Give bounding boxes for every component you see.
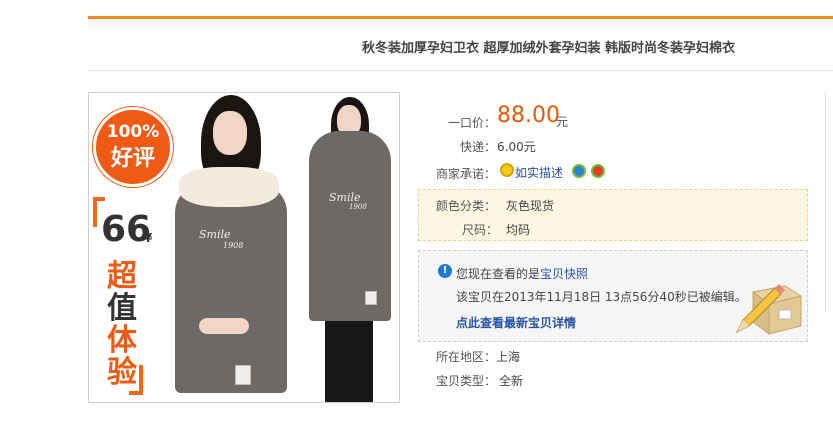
shipping-value: 6.00元	[497, 140, 536, 154]
box-pencil-icon	[735, 284, 803, 335]
view-latest-link[interactable]: 点此查看最新宝贝详情	[456, 314, 576, 331]
as-described-link[interactable]: 如实描述	[515, 164, 563, 181]
product-image[interactable]: 100% 好评 66 ¥ 超 值 体 验 Smile 1908 Smile 19…	[88, 92, 400, 403]
size-value[interactable]: 均码	[506, 221, 530, 238]
location-label: 所在地区：	[436, 350, 497, 364]
snapshot-prefix: 您现在查看的是	[456, 267, 541, 281]
print-text-1: Smile	[199, 228, 231, 241]
location-value: 上海	[496, 350, 521, 364]
model-front: Smile 1908	[169, 93, 289, 402]
price-unit: 元	[556, 115, 569, 129]
color-label: 颜色分类：	[436, 199, 497, 213]
return-service-icon[interactable]	[572, 164, 586, 178]
medal-icon	[500, 163, 514, 177]
badge-percent: 100%	[106, 122, 160, 142]
size-label: 尺码：	[462, 223, 499, 237]
info-icon: !	[438, 264, 452, 278]
right-panel-edge	[825, 92, 833, 312]
type-value: 全新	[499, 374, 524, 388]
promise-label: 商家承诺：	[436, 167, 497, 181]
seven-day-return-icon[interactable]	[591, 164, 605, 178]
color-value[interactable]: 灰色现货	[506, 197, 554, 214]
model-side: Smile 1908	[307, 93, 397, 402]
snapshot-link[interactable]: 宝贝快照	[540, 267, 588, 281]
promo-bracket-bottom	[129, 365, 143, 395]
product-title: 秋冬装加厚孕妇卫衣 超厚加绒外套孕妇装 韩版时尚冬装孕妇棉衣	[362, 41, 736, 56]
print-year-2: 1908	[349, 203, 367, 211]
price-label: 一口价：	[448, 116, 497, 130]
top-bar-shadow	[88, 19, 833, 33]
type-label: 宝贝类型：	[436, 374, 497, 388]
price-value: 88.00	[497, 103, 560, 128]
edited-text: 该宝贝在2013年11月18日 13点56分40秒已被编辑。	[456, 290, 747, 304]
title-divider	[88, 70, 833, 71]
badge-text: 好评	[110, 146, 155, 171]
promo-currency: ¥	[144, 231, 153, 245]
snapshot-viewing-text: 您现在查看的是宝贝快照	[456, 265, 588, 282]
rating-badge: 100% 好评	[93, 107, 173, 187]
shipping-label: 快递：	[460, 140, 497, 154]
print-year-1: 1908	[223, 241, 244, 250]
